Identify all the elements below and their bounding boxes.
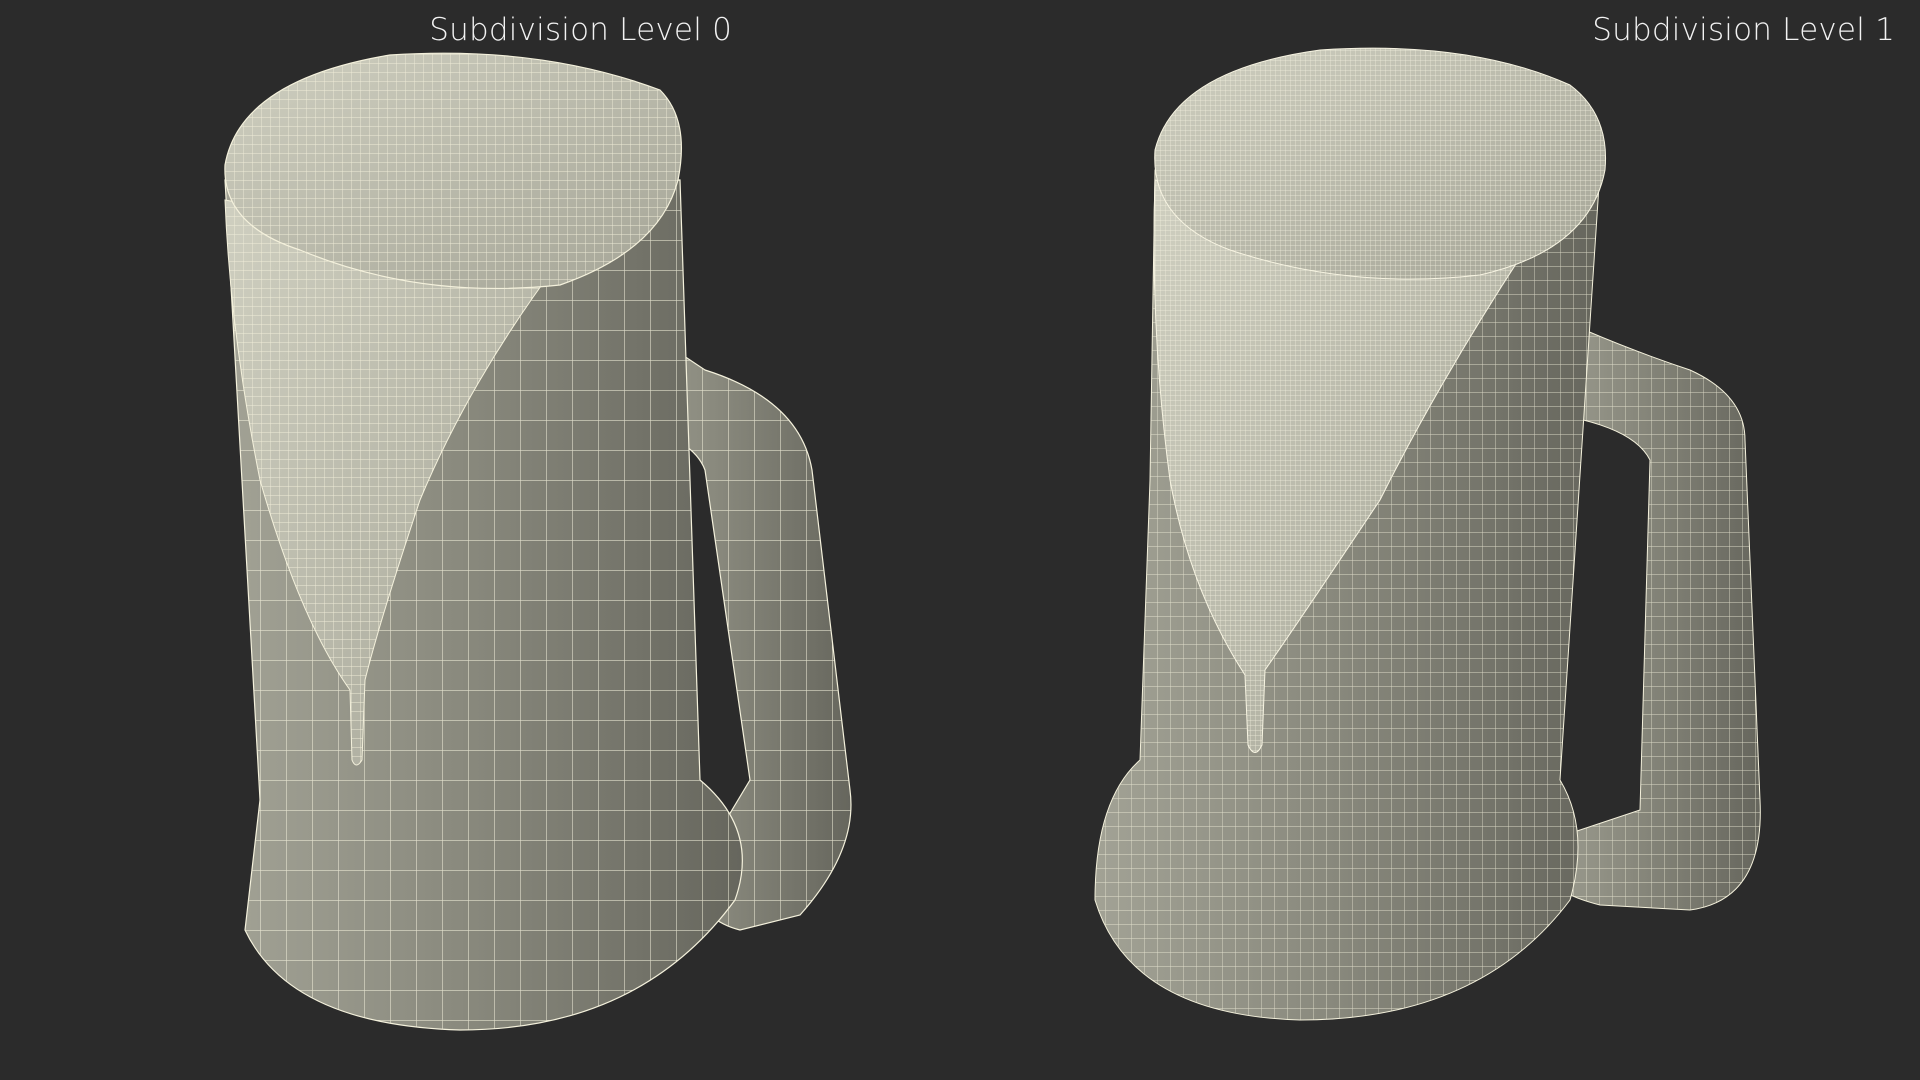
viewport-render xyxy=(224,47,1761,1031)
mug-level-0 xyxy=(224,52,852,1031)
mug-level-1 xyxy=(1094,47,1761,1021)
